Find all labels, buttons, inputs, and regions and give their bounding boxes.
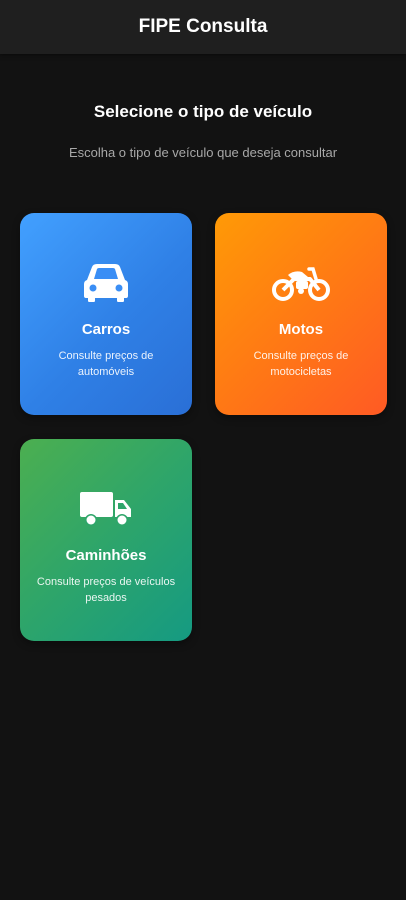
card-description: Consulte preços de veículos pesados: [36, 576, 176, 604]
truck-icon: [79, 487, 133, 531]
card-title: Caminhões: [65, 547, 147, 564]
car-icon: [83, 261, 129, 305]
page-heading: Selecione o tipo de veículo: [93, 102, 313, 121]
vehicle-card-motos[interactable]: Motos Consulte preços de motocicletas: [215, 213, 387, 415]
vehicle-card-cars[interactable]: Carros Consulte preços de automóveis: [20, 213, 192, 415]
card-title: Motos: [278, 321, 324, 338]
motorcycle-icon: [272, 261, 330, 305]
card-description: Consulte preços de automóveis: [58, 350, 154, 378]
card-title: Carros: [81, 321, 131, 338]
page-subheading: Escolha o tipo de veículo que deseja con…: [68, 145, 338, 160]
card-description: Consulte preços de motocicletas: [253, 350, 349, 378]
app-title: FIPE Consulta: [138, 16, 268, 37]
vehicle-card-trucks[interactable]: Caminhões Consulte preços de veículos pe…: [20, 439, 192, 641]
app-bar: FIPE Consulta: [0, 0, 406, 54]
